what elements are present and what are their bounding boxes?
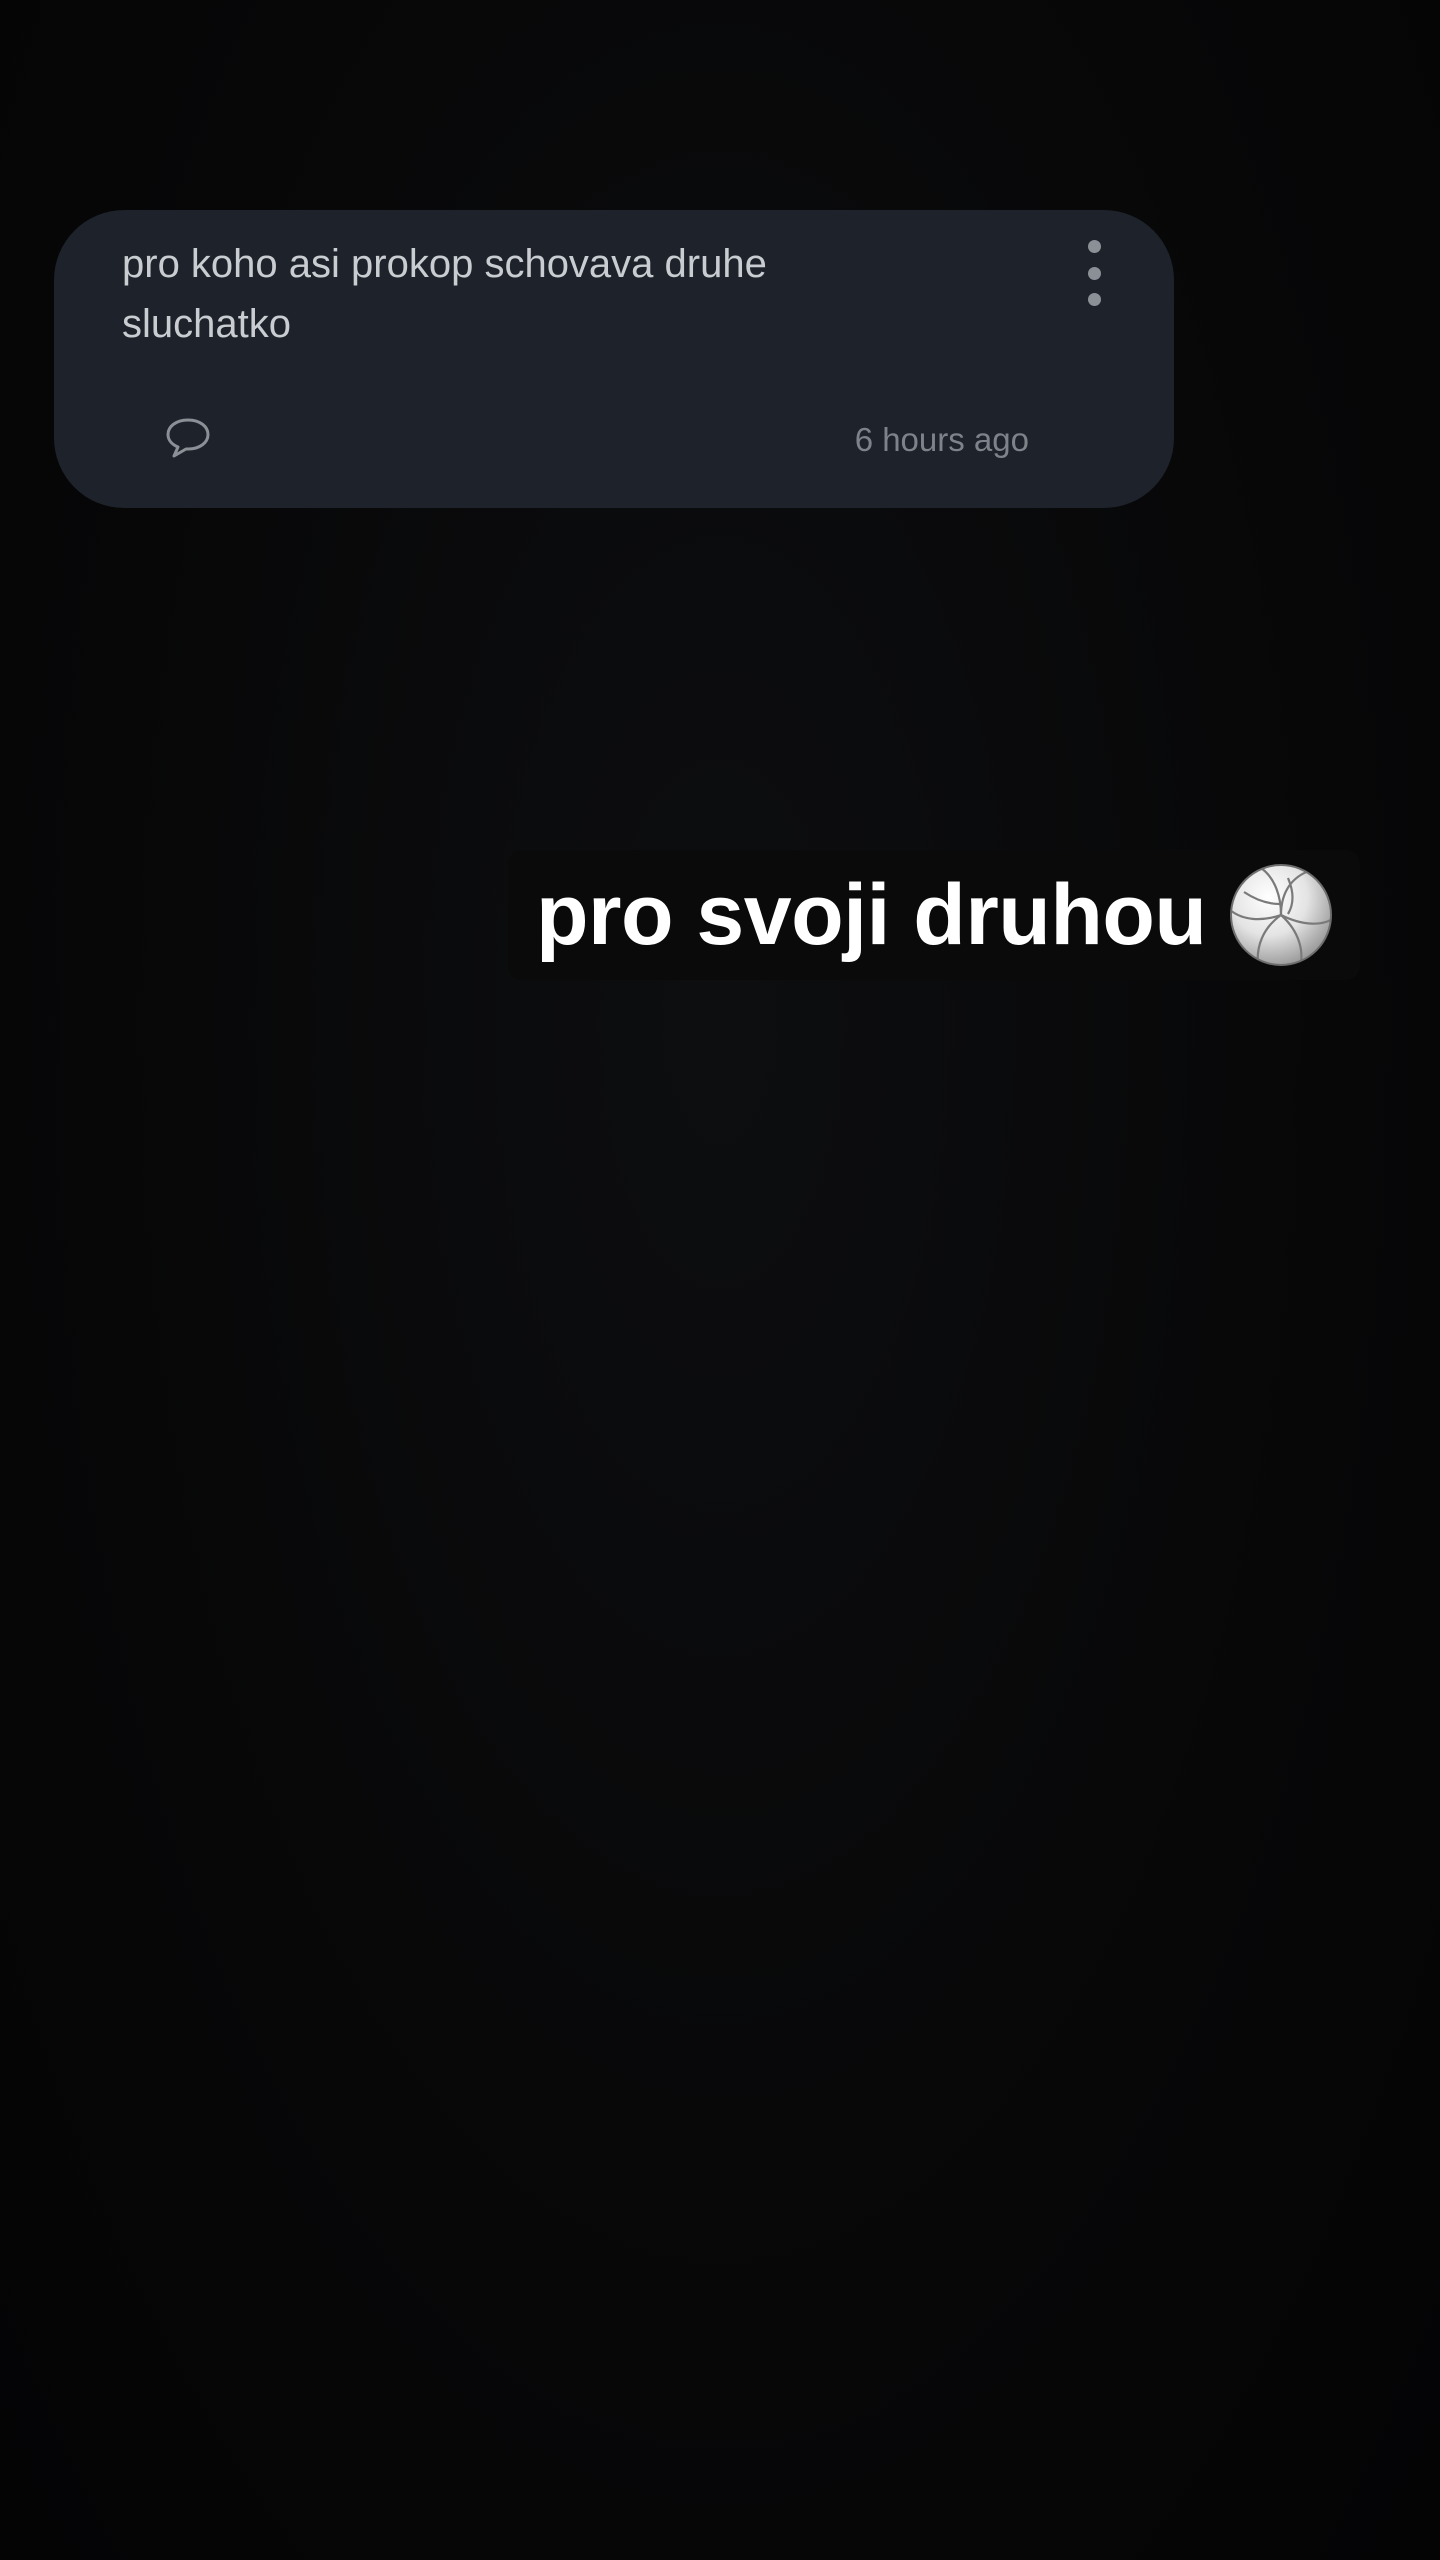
more-options-button[interactable] xyxy=(1074,240,1114,306)
more-vertical-icon xyxy=(1087,240,1101,253)
timestamp: 6 hours ago xyxy=(854,421,1029,458)
comment-button[interactable] xyxy=(164,416,212,460)
more-vertical-icon-dot xyxy=(1087,293,1101,306)
comment-bubble-icon xyxy=(166,418,210,458)
more-vertical-icon-dot xyxy=(1087,266,1101,280)
question-text: pro koho asi prokop schovava druhe sluch… xyxy=(122,242,767,346)
question-card: pro koho asi prokop schovava druhe sluch… xyxy=(54,210,1174,508)
reply-text: pro svoji druhou xyxy=(536,867,1207,963)
reply-sticker: pro svoji druhou xyxy=(508,850,1361,980)
volleyball-emoji xyxy=(1230,864,1333,966)
